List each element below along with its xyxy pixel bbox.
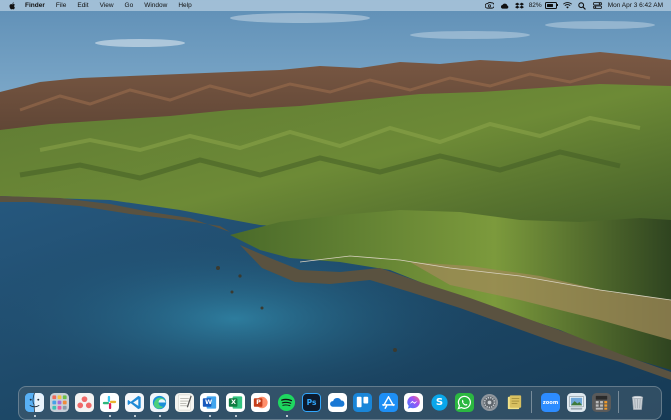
battery-icon[interactable] (544, 2, 558, 9)
dock-powerpoint[interactable]: P (251, 393, 270, 412)
dock-spotify[interactable] (277, 393, 296, 412)
dock-separator (531, 391, 532, 413)
skype-icon-label: S (435, 397, 444, 408)
dock-finder[interactable] (25, 393, 44, 412)
launchpad-icon (52, 395, 67, 410)
finder-icon (25, 393, 44, 412)
vscode-icon (127, 395, 141, 410)
dock-asana[interactable] (75, 393, 94, 412)
dropbox-icon[interactable] (514, 1, 524, 10)
word-icon-label: W (205, 398, 213, 406)
menu-file[interactable]: File (56, 0, 66, 11)
dock-running-indicator (108, 415, 111, 417)
dock-system-preferences[interactable] (480, 393, 499, 412)
control-center-icon[interactable] (592, 1, 602, 10)
calculator-icon (595, 395, 608, 410)
dock-edge[interactable] (150, 393, 169, 412)
dock-running-indicator (208, 415, 211, 417)
dock-notes[interactable] (505, 393, 524, 412)
asana-icon (77, 396, 92, 409)
dock-skype[interactable]: S (430, 393, 449, 412)
zoom-icon: zoom (542, 399, 559, 406)
dock-photoshop[interactable]: Ps (302, 393, 321, 412)
dock-running-indicator (234, 415, 237, 417)
dock-trello[interactable] (353, 393, 372, 412)
dock-launchpad[interactable] (50, 393, 69, 412)
dock-onedrive[interactable] (328, 393, 347, 412)
trash-icon (631, 395, 644, 410)
app-store-icon (382, 396, 395, 409)
dock-excel[interactable]: X (226, 393, 245, 412)
dock-running-indicator (133, 415, 136, 417)
powerpoint-icon-label: P (256, 398, 261, 406)
whatsapp-icon (457, 395, 471, 410)
wifi-icon[interactable] (562, 1, 572, 10)
creative-cloud-icon[interactable] (484, 1, 494, 10)
menu-help[interactable]: Help (178, 0, 191, 11)
dock-messenger[interactable] (404, 393, 423, 412)
menu-go[interactable]: Go (125, 0, 134, 11)
dock-app-store[interactable] (379, 393, 398, 412)
system-preferences-icon (480, 393, 499, 412)
dock-slack[interactable] (100, 393, 119, 412)
dock-whatsapp[interactable] (455, 393, 474, 412)
messenger-icon (407, 395, 420, 409)
slack-icon (102, 395, 117, 410)
dock-running-indicator (285, 415, 288, 417)
dock-word[interactable]: W (200, 393, 219, 412)
apple-logo-icon[interactable] (9, 1, 16, 10)
textedit-icon (178, 394, 192, 411)
dock-zoom[interactable]: zoom (541, 393, 560, 412)
onedrive-icon (330, 398, 345, 407)
excel-icon-label: X (231, 398, 237, 406)
dock-separator (618, 391, 619, 413)
dock-vscode[interactable] (125, 393, 144, 412)
menu-window[interactable]: Window (144, 0, 167, 11)
dock-running-indicator (158, 415, 161, 417)
menu-app-name[interactable]: Finder (25, 2, 45, 9)
menu-view[interactable]: View (100, 0, 114, 11)
edge-icon (152, 395, 167, 410)
dock-textedit[interactable] (175, 393, 194, 412)
trello-icon (356, 396, 369, 408)
menu-bar: Finder File Edit View Go Window Help 82% (0, 0, 671, 11)
dock-running-indicator (33, 415, 36, 417)
preview-icon (569, 396, 584, 410)
dock-trash[interactable] (628, 393, 647, 412)
photoshop-icon: Ps (306, 398, 317, 407)
dock-calculator[interactable] (592, 393, 611, 412)
battery-level (546, 3, 554, 8)
search-icon[interactable] (578, 1, 587, 10)
cloud-icon[interactable] (500, 1, 509, 10)
spotify-icon (277, 393, 296, 412)
menu-edit[interactable]: Edit (77, 0, 88, 11)
desktop-wallpaper (0, 0, 671, 420)
battery-percent: 82% (528, 2, 542, 9)
dock-preview[interactable] (567, 393, 586, 412)
notes-icon (507, 395, 522, 410)
clock[interactable]: Mon Apr 3 6:42 AM (608, 0, 663, 11)
